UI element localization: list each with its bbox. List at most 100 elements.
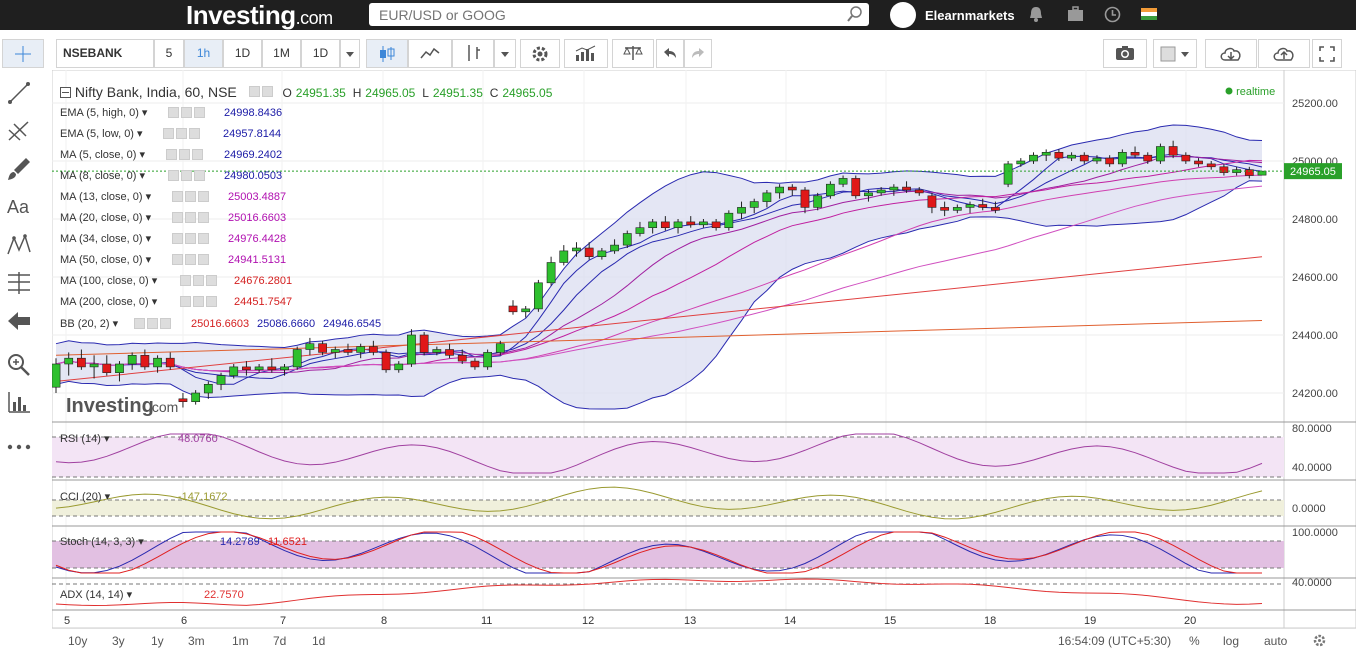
pitchfork-icon[interactable] (6, 118, 32, 144)
legend-row[interactable]: MA (100, close, 0) ▾ 24676.2801 (60, 274, 292, 288)
search-input[interactable] (369, 3, 849, 26)
log-toggle[interactable]: log (1223, 634, 1239, 648)
indicator-name[interactable]: MA (34, close, 0) ▾ (60, 233, 151, 245)
legend-settings-icons[interactable] (134, 318, 173, 333)
bell-icon[interactable] (1028, 6, 1044, 26)
legend-row[interactable]: MA (5, close, 0) ▾ 24969.2402 (60, 148, 282, 162)
pattern-icon[interactable] (6, 232, 32, 258)
camera-icon[interactable] (1103, 39, 1147, 68)
indicator-name[interactable]: EMA (5, high, 0) ▾ (60, 107, 147, 119)
candle-body (165, 357, 175, 368)
svg-text:Aa: Aa (7, 197, 30, 217)
clock-icon[interactable] (1104, 6, 1121, 26)
redo-icon[interactable] (684, 39, 712, 68)
fullscreen-icon[interactable] (1312, 39, 1342, 68)
legend-settings-icons[interactable] (172, 191, 211, 206)
legend-row[interactable]: MA (200, close, 0) ▾ 24451.7547 (60, 295, 292, 309)
line-style-button[interactable] (408, 39, 452, 68)
legend-row[interactable]: MA (13, close, 0) ▾ 25003.4887 (60, 190, 286, 204)
range-1m[interactable]: 1m (232, 634, 249, 648)
legend-row[interactable]: MA (34, close, 0) ▾ 24976.4428 (60, 232, 286, 246)
candles-style-button[interactable] (366, 39, 408, 68)
measure-icon[interactable] (6, 390, 32, 416)
interval-5[interactable]: 5 (154, 39, 184, 68)
indicator-name[interactable]: MA (200, close, 0) ▾ (60, 296, 157, 308)
indicator-name[interactable]: MA (13, close, 0) ▾ (60, 191, 151, 203)
candle-body (64, 357, 74, 365)
interval-1h[interactable]: 1h (184, 39, 223, 68)
portfolio-icon[interactable] (1067, 6, 1084, 26)
legend-settings-icons[interactable] (166, 149, 205, 164)
range-10y[interactable]: 10y (68, 634, 87, 648)
candle-body (432, 349, 442, 353)
trend-line-icon[interactable] (6, 80, 32, 106)
color-picker-button[interactable] (1153, 39, 1197, 68)
current-price-label: 24965.05 (1290, 166, 1336, 178)
legend-settings-icons[interactable] (180, 296, 219, 311)
cloud-download-icon[interactable] (1205, 39, 1257, 68)
legend-settings-icons[interactable] (172, 254, 211, 269)
range-3m[interactable]: 3m (188, 634, 205, 648)
legend-settings-icons[interactable] (180, 275, 219, 290)
undo-icon[interactable] (656, 39, 684, 68)
range-1y[interactable]: 1y (151, 634, 164, 648)
range-7d[interactable]: 7d (273, 634, 286, 648)
range-3y[interactable]: 3y (112, 634, 125, 648)
compare-scale-icon[interactable] (612, 39, 654, 68)
indicators-icon[interactable] (564, 39, 608, 68)
legend-settings-icons[interactable] (172, 233, 211, 248)
legend-row[interactable]: MA (20, close, 0) ▾ 25016.6603 (60, 211, 286, 225)
cloud-upload-icon[interactable] (1258, 39, 1310, 68)
more-tools-icon[interactable] (6, 434, 32, 460)
legend-row[interactable]: MA (50, close, 0) ▾ 24941.5131 (60, 253, 286, 267)
india-flag-icon[interactable] (1141, 8, 1157, 23)
indicator-name[interactable]: MA (100, close, 0) ▾ (60, 275, 157, 287)
fibonacci-icon[interactable] (6, 270, 32, 296)
legend-settings-icons[interactable] (163, 128, 202, 143)
indicator-name[interactable]: MA (8, close, 0) ▾ (60, 170, 145, 182)
stoch-tick-label: 100.0000 (1292, 527, 1338, 539)
candle-body (1194, 160, 1203, 165)
legend-row[interactable]: EMA (5, low, 0) ▾ 24957.8144 (60, 127, 281, 141)
style-dropdown[interactable] (494, 39, 516, 68)
candle-body (825, 183, 835, 197)
back-arrow-icon[interactable] (6, 308, 32, 334)
range-1d[interactable]: 1d (312, 634, 325, 648)
legend-settings-icons[interactable] (168, 107, 207, 122)
interval-1m[interactable]: 1M (262, 39, 301, 68)
indicator-name[interactable]: MA (50, close, 0) ▾ (60, 254, 151, 266)
candle-body (775, 186, 784, 194)
text-tool-icon[interactable]: Aa (6, 194, 32, 220)
axis-settings-gear-icon[interactable] (1313, 634, 1326, 647)
legend-row[interactable]: EMA (5, high, 0) ▾ 24998.8436 (60, 106, 282, 120)
crosshair-tool-button[interactable] (2, 39, 44, 68)
legend-row[interactable]: MA (8, close, 0) ▾ 24980.0503 (60, 169, 282, 183)
auto-toggle[interactable]: auto (1264, 634, 1287, 648)
candle-body (965, 204, 975, 208)
interval-dropdown[interactable] (340, 39, 360, 68)
zoom-icon[interactable] (6, 352, 32, 378)
collapse-icon[interactable] (60, 87, 71, 98)
legend-settings-icons[interactable] (172, 212, 211, 227)
interval-1d-custom[interactable]: 1D (301, 39, 340, 68)
indicator-name[interactable]: MA (20, close, 0) ▾ (60, 212, 151, 224)
percent-toggle[interactable]: % (1189, 634, 1200, 648)
search-box[interactable] (369, 3, 869, 26)
title-settings-icons[interactable] (248, 84, 275, 100)
bars-style-button[interactable] (452, 39, 494, 68)
utc-time[interactable]: 16:54:09 (UTC+5:30) (1058, 634, 1171, 648)
username[interactable]: Elearnmarkets (925, 8, 1015, 23)
legend-settings-icons[interactable] (168, 170, 207, 185)
interval-1d[interactable]: 1D (223, 39, 262, 68)
indicator-name[interactable]: BB (20, 2) ▾ (60, 318, 118, 330)
indicator-name[interactable]: MA (5, close, 0) ▾ (60, 149, 145, 161)
symbol-input[interactable]: NSEBANK (56, 39, 154, 68)
avatar[interactable] (890, 2, 916, 28)
investing-logo[interactable]: Investing.com (186, 0, 333, 30)
search-icon[interactable] (847, 6, 863, 25)
brush-icon[interactable] (6, 156, 32, 182)
indicator-name[interactable]: EMA (5, low, 0) ▾ (60, 128, 143, 140)
legend-row-bb[interactable]: BB (20, 2) ▾ 25016.6603 25086.6660 24946.65… (60, 317, 381, 331)
candle-body (89, 363, 99, 368)
settings-gear-icon[interactable] (520, 39, 560, 68)
